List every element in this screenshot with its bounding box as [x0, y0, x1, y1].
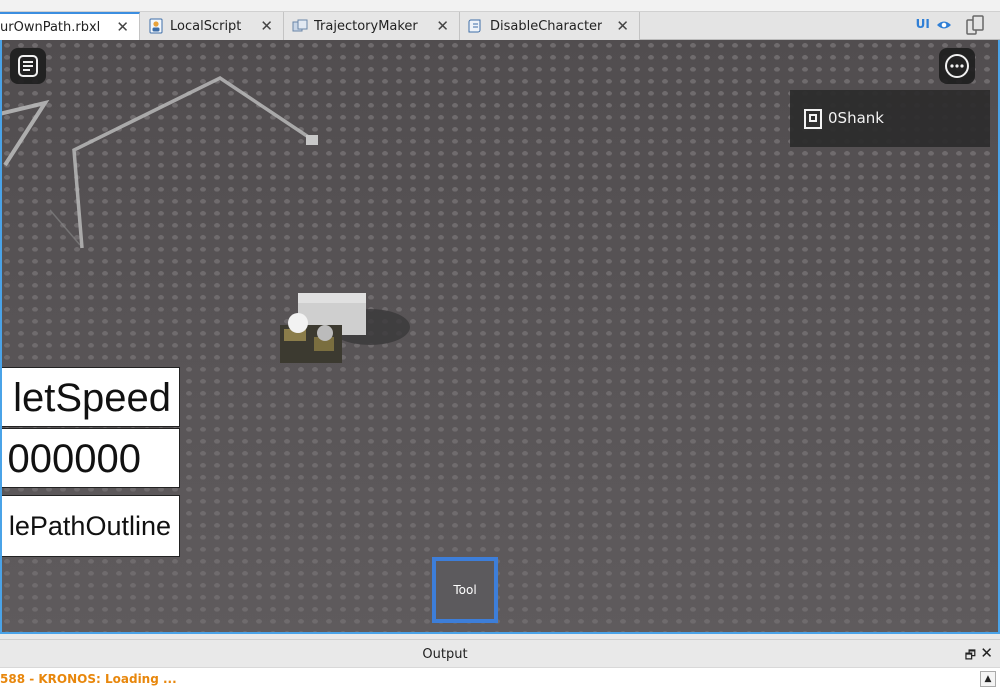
- tab-localscript[interactable]: LocalScript ✕: [140, 12, 284, 40]
- more-options-button[interactable]: [939, 48, 975, 84]
- game-viewport[interactable]: 0Shank letSpeed 000000 lePathOutline Too…: [0, 40, 1000, 634]
- character-model[interactable]: [270, 285, 410, 385]
- close-icon[interactable]: ✕: [436, 17, 449, 35]
- close-icon[interactable]: ✕: [616, 17, 629, 35]
- more-dots-icon: [945, 54, 969, 78]
- ui-toggle-label: UI: [915, 17, 930, 31]
- scroll-up-arrow-icon[interactable]: ▲: [980, 671, 996, 687]
- tab-label: DisableCharacter: [490, 18, 603, 34]
- eye-icon: [937, 21, 951, 28]
- roblox-menu-button[interactable]: [10, 48, 46, 84]
- tab-label: urOwnPath.rbxl: [0, 19, 101, 35]
- output-log-line: 588 - KRONOS: Loading ...: [0, 672, 177, 686]
- tool-slot-label: Tool: [453, 583, 477, 597]
- player-name[interactable]: 0Shank: [828, 109, 884, 127]
- local-script-icon: [149, 18, 163, 34]
- output-panel-title: Output: [422, 647, 468, 662]
- bullet-speed-value-text: 000000: [7, 437, 141, 481]
- output-panel-header: Output 🗗 ✕: [0, 639, 1000, 667]
- close-icon[interactable]: ✕: [980, 644, 993, 662]
- device-emulator-icon[interactable]: [966, 15, 984, 35]
- player-list: 0Shank: [790, 90, 990, 147]
- hotbar-tool-slot[interactable]: Tool: [432, 557, 498, 623]
- bullet-speed-input[interactable]: 000000: [0, 428, 180, 488]
- close-icon[interactable]: ✕: [116, 18, 129, 36]
- dock-icon[interactable]: 🗗: [965, 646, 976, 667]
- output-log[interactable]: 588 - KRONOS: Loading ... ▲: [0, 667, 1000, 690]
- menu-icon: [18, 55, 38, 77]
- tab-label: LocalScript: [170, 18, 242, 34]
- toggle-path-outline-button[interactable]: lePathOutline: [0, 495, 180, 557]
- bullet-speed-label-text: letSpeed: [13, 376, 171, 420]
- tab-disablecharacter[interactable]: DisableCharacter ✕: [460, 12, 640, 40]
- tab-bar: urOwnPath.rbxl ✕ LocalScript ✕ Trajector…: [0, 0, 1000, 40]
- module-script-icon: [292, 19, 308, 32]
- toggle-path-outline-text: lePathOutline: [8, 511, 171, 541]
- script-icon: [468, 19, 481, 33]
- ui-toggle-button[interactable]: UI: [916, 17, 952, 31]
- roblox-logo-icon: [804, 109, 822, 129]
- tab-trajectorymaker[interactable]: TrajectoryMaker ✕: [284, 12, 460, 40]
- menu-strip: [0, 0, 1000, 12]
- close-icon[interactable]: ✕: [260, 17, 273, 35]
- tab-label: TrajectoryMaker: [314, 18, 418, 34]
- tab-place-file[interactable]: urOwnPath.rbxl ✕: [0, 12, 140, 40]
- bullet-speed-label: letSpeed: [0, 367, 180, 427]
